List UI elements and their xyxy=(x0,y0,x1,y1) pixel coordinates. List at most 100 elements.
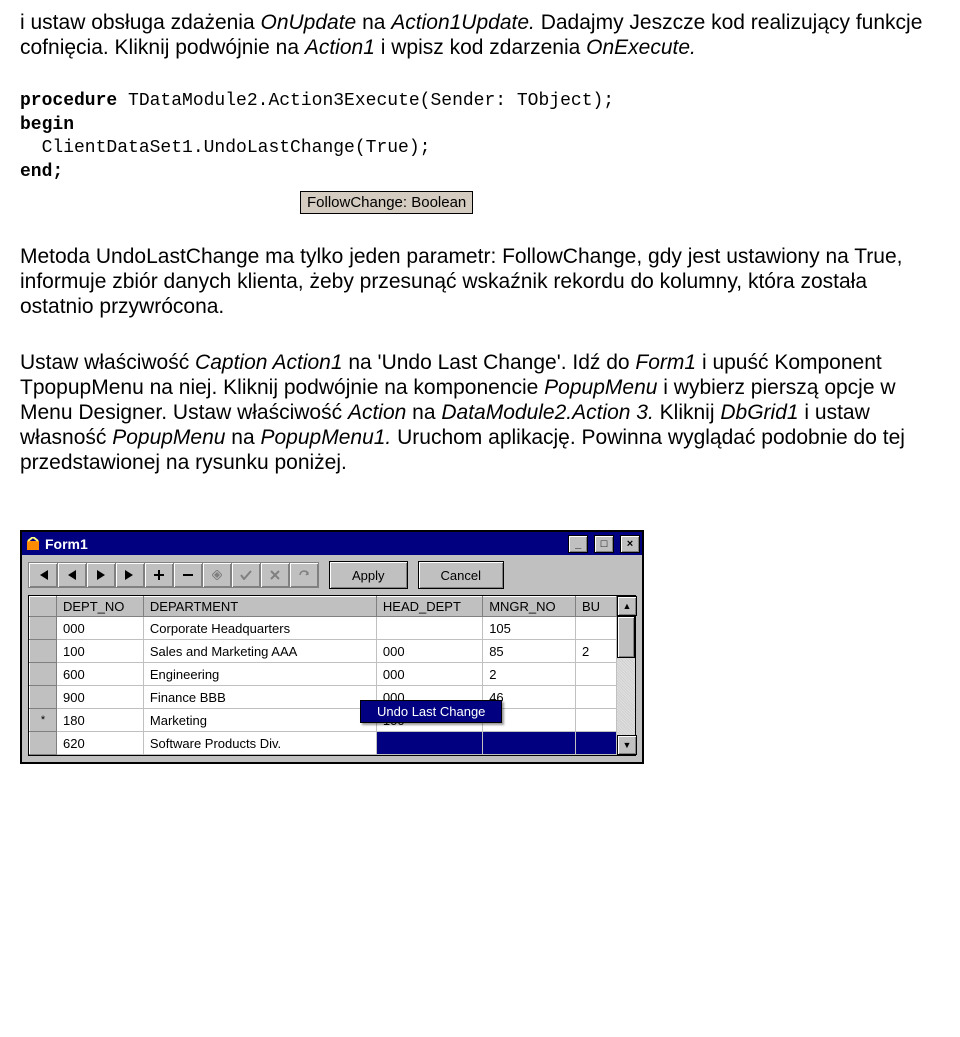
cell[interactable]: 000 xyxy=(376,663,482,686)
scroll-thumb[interactable] xyxy=(617,616,635,658)
row-indicator: * xyxy=(30,709,57,732)
navigator-area: Apply Cancel xyxy=(22,555,642,595)
text-italic: PopupMenu xyxy=(544,376,657,399)
text-italic: DbGrid1 xyxy=(720,401,798,424)
cell[interactable]: 600 xyxy=(57,663,144,686)
nav-prior-icon[interactable] xyxy=(58,563,87,587)
tooltip-hint: FollowChange: Boolean xyxy=(300,191,473,214)
instructions-paragraph: Ustaw właściwość Caption Action1 na 'Und… xyxy=(20,350,940,476)
maximize-button[interactable]: □ xyxy=(594,535,614,553)
scroll-down-icon[interactable]: ▼ xyxy=(617,735,637,755)
minimize-button[interactable]: _ xyxy=(568,535,588,553)
code-keyword: procedure xyxy=(20,91,117,111)
text: na xyxy=(356,11,391,34)
row-indicator xyxy=(30,663,57,686)
code-keyword: end; xyxy=(20,162,63,182)
text-italic: OnExecute. xyxy=(586,36,696,59)
cell[interactable]: 000 xyxy=(376,640,482,663)
cell[interactable] xyxy=(576,732,617,755)
text: na 'Undo Last Change'. Idź do xyxy=(343,351,636,374)
text-italic: Form1 xyxy=(635,351,696,374)
explanation-paragraph: Metoda UndoLastChange ma tylko jeden par… xyxy=(20,244,940,320)
dbgrid[interactable]: DEPT_NO DEPARTMENT HEAD_DEPT MNGR_NO BU … xyxy=(28,595,636,756)
db-navigator xyxy=(28,562,319,588)
row-indicator xyxy=(30,617,57,640)
text: i wpisz kod zdarzenia xyxy=(375,36,586,59)
text-italic: Action xyxy=(348,401,406,424)
cell[interactable]: 105 xyxy=(483,617,576,640)
cell[interactable] xyxy=(483,732,576,755)
text-italic: OnUpdate xyxy=(261,11,357,34)
text-italic: PopupMenu1. xyxy=(261,426,392,449)
nav-edit-icon[interactable] xyxy=(203,563,232,587)
text-italic: Action1 xyxy=(305,36,375,59)
cell[interactable]: 85 xyxy=(483,640,576,663)
cell[interactable]: 2 xyxy=(576,640,617,663)
cell[interactable]: 180 xyxy=(57,709,144,732)
cell[interactable]: 000 xyxy=(57,617,144,640)
code-text: TDataModule2.Action3Execute(Sender: TObj… xyxy=(117,91,614,111)
code-keyword: begin xyxy=(20,115,74,135)
col-header[interactable]: DEPT_NO xyxy=(57,597,144,617)
col-header[interactable]: HEAD_DEPT xyxy=(376,597,482,617)
table-row[interactable]: 900Finance BBB00046 xyxy=(30,686,617,709)
table-row[interactable]: 600Engineering0002 xyxy=(30,663,617,686)
table-row[interactable]: 000Corporate Headquarters 105 xyxy=(30,617,617,640)
nav-first-icon[interactable] xyxy=(29,563,58,587)
cell[interactable]: Software Products Div. xyxy=(143,732,376,755)
text-italic: Caption Action1 xyxy=(195,351,342,374)
text: i ustaw obsługa zdażenia xyxy=(20,11,261,34)
scroll-up-icon[interactable]: ▲ xyxy=(617,596,637,616)
text: na xyxy=(225,426,260,449)
col-header[interactable]: MNGR_NO xyxy=(483,597,576,617)
cell[interactable]: Sales and Marketing AAA xyxy=(143,640,376,663)
cell-editing[interactable]: Marketing xyxy=(143,709,376,732)
undo-last-change-item[interactable]: Undo Last Change xyxy=(361,701,501,722)
cell[interactable] xyxy=(576,663,617,686)
scroll-track[interactable] xyxy=(617,658,635,735)
cell[interactable]: 620 xyxy=(57,732,144,755)
cell[interactable]: Finance BBB xyxy=(143,686,376,709)
cell[interactable]: Corporate Headquarters xyxy=(143,617,376,640)
apply-button[interactable]: Apply xyxy=(329,561,408,589)
nav-insert-icon[interactable] xyxy=(145,563,174,587)
grid-header-row: DEPT_NO DEPARTMENT HEAD_DEPT MNGR_NO BU xyxy=(30,597,617,617)
cell[interactable]: Engineering xyxy=(143,663,376,686)
code-text: ClientDataSet1.UndoLastChange(True); xyxy=(20,138,430,158)
row-indicator xyxy=(30,732,57,755)
window-titlebar[interactable]: Form1 _ □ × xyxy=(22,532,642,555)
cancel-button[interactable]: Cancel xyxy=(418,561,504,589)
table-row[interactable]: *180Marketing100 xyxy=(30,709,617,732)
intro-paragraph: i ustaw obsługa zdażenia OnUpdate na Act… xyxy=(20,10,940,60)
app-icon xyxy=(25,536,41,552)
table-row[interactable]: 100Sales and Marketing AAA000852 xyxy=(30,640,617,663)
row-indicator xyxy=(30,640,57,663)
dbgrid-wrapper: DEPT_NO DEPARTMENT HEAD_DEPT MNGR_NO BU … xyxy=(22,595,642,762)
nav-next-icon[interactable] xyxy=(87,563,116,587)
text: Kliknij xyxy=(654,401,721,424)
nav-last-icon[interactable] xyxy=(116,563,145,587)
cell[interactable] xyxy=(376,732,482,755)
text-italic: PopupMenu xyxy=(112,426,225,449)
cell[interactable]: 100 xyxy=(57,640,144,663)
vertical-scrollbar[interactable]: ▲ ▼ xyxy=(617,596,635,755)
col-header[interactable]: BU xyxy=(576,597,617,617)
cell[interactable]: 2 xyxy=(483,663,576,686)
text: na xyxy=(406,401,441,424)
popup-menu[interactable]: Undo Last Change xyxy=(360,700,502,723)
table-row[interactable]: 620Software Products Div. xyxy=(30,732,617,755)
window-title: Form1 xyxy=(45,536,88,552)
col-header[interactable]: DEPARTMENT xyxy=(143,597,376,617)
cell[interactable]: 900 xyxy=(57,686,144,709)
code-snippet: procedure TDataModule2.Action3Execute(Se… xyxy=(20,90,940,184)
cell[interactable] xyxy=(576,686,617,709)
nav-refresh-icon[interactable] xyxy=(290,563,318,587)
nav-post-icon[interactable] xyxy=(232,563,261,587)
cell[interactable] xyxy=(576,709,617,732)
form1-window: Form1 _ □ × Apply Cancel xyxy=(20,530,644,764)
cell[interactable] xyxy=(376,617,482,640)
nav-delete-icon[interactable] xyxy=(174,563,203,587)
close-button[interactable]: × xyxy=(620,535,640,553)
cell[interactable] xyxy=(576,617,617,640)
nav-cancel-icon[interactable] xyxy=(261,563,290,587)
